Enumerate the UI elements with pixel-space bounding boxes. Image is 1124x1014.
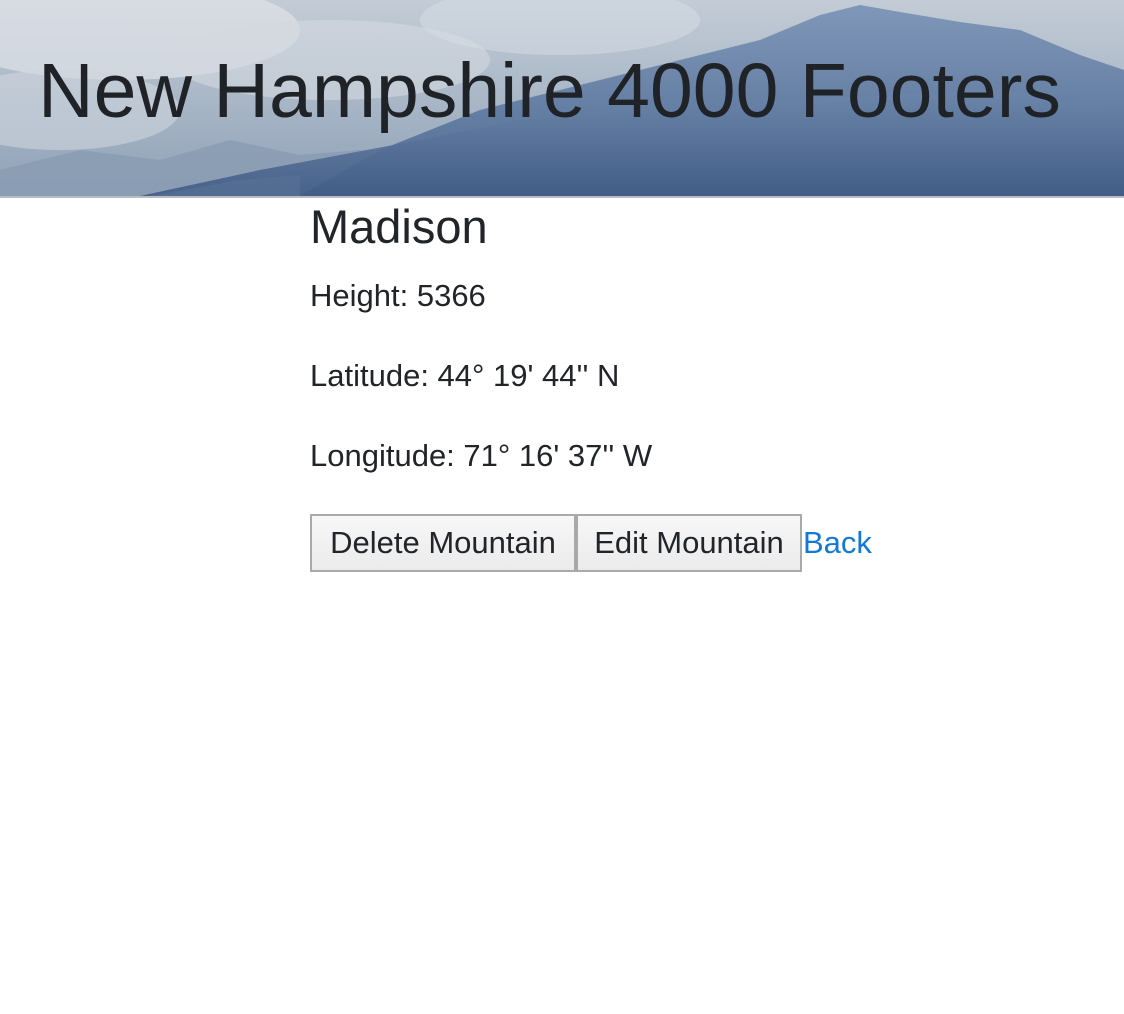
site-title: New Hampshire 4000 Footers — [38, 48, 1061, 134]
header-banner: New Hampshire 4000 Footers — [0, 0, 1124, 198]
mountain-detail: Madison Height: 5366 Latitude: 44° 19' 4… — [310, 198, 1010, 572]
action-bar: Delete Mountain Edit Mountain Back — [310, 514, 1010, 572]
mountain-latitude: Latitude: 44° 19' 44'' N — [310, 358, 620, 393]
back-link[interactable]: Back — [803, 514, 872, 572]
delete-mountain-button[interactable]: Delete Mountain — [310, 514, 576, 572]
mountain-longitude: Longitude: 71° 16' 37'' W — [310, 438, 653, 473]
edit-mountain-button[interactable]: Edit Mountain — [576, 514, 802, 572]
mountain-name: Madison — [310, 200, 488, 253]
mountain-height: Height: 5366 — [310, 278, 486, 313]
